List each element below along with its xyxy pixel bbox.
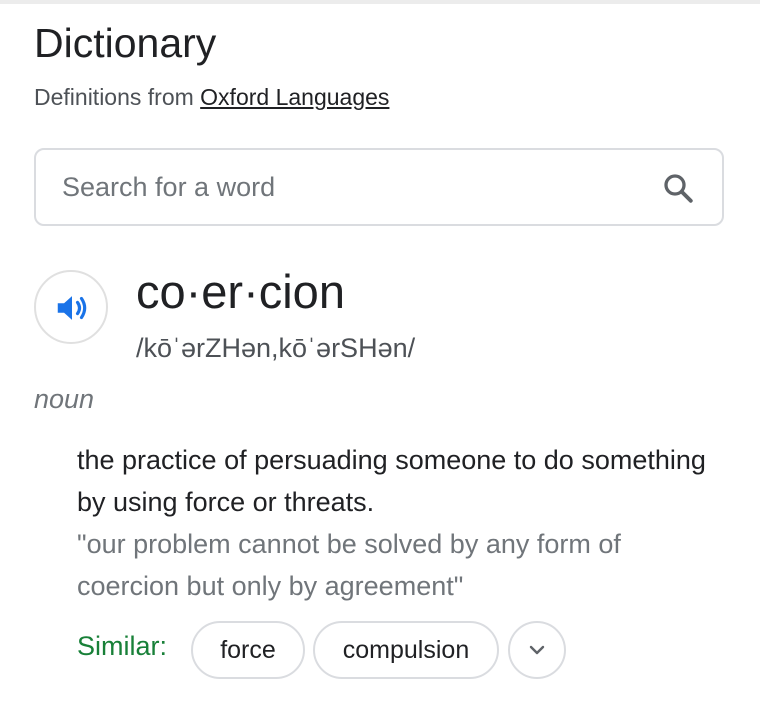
source-line: Definitions from Oxford Languages (34, 81, 389, 113)
headword: co·er·cion (136, 265, 345, 318)
top-divider (0, 0, 760, 4)
part-of-speech: noun (34, 384, 95, 414)
phonetic-spelling: /kōˈərZHən,kōˈərSHən/ (136, 333, 416, 363)
chevron-down-icon (529, 645, 545, 655)
definition-text: the practice of persuading someone to do… (77, 445, 706, 517)
oxford-languages-link[interactable]: Oxford Languages (200, 84, 389, 110)
pronunciation-audio-button[interactable] (34, 270, 108, 344)
source-prefix: Definitions from (34, 84, 201, 110)
expand-similar-button[interactable] (508, 621, 566, 679)
search-input[interactable] (62, 164, 622, 210)
similar-chip-compulsion[interactable]: compulsion (313, 621, 499, 679)
example-sentence: "our problem cannot be solved by any for… (77, 529, 621, 601)
similar-chip-force[interactable]: force (191, 621, 305, 679)
similar-label: Similar: (77, 631, 168, 661)
page-title: Dictionary (34, 20, 217, 66)
search-box (34, 148, 724, 226)
speaker-icon (57, 296, 87, 320)
search-icon[interactable] (660, 170, 696, 206)
